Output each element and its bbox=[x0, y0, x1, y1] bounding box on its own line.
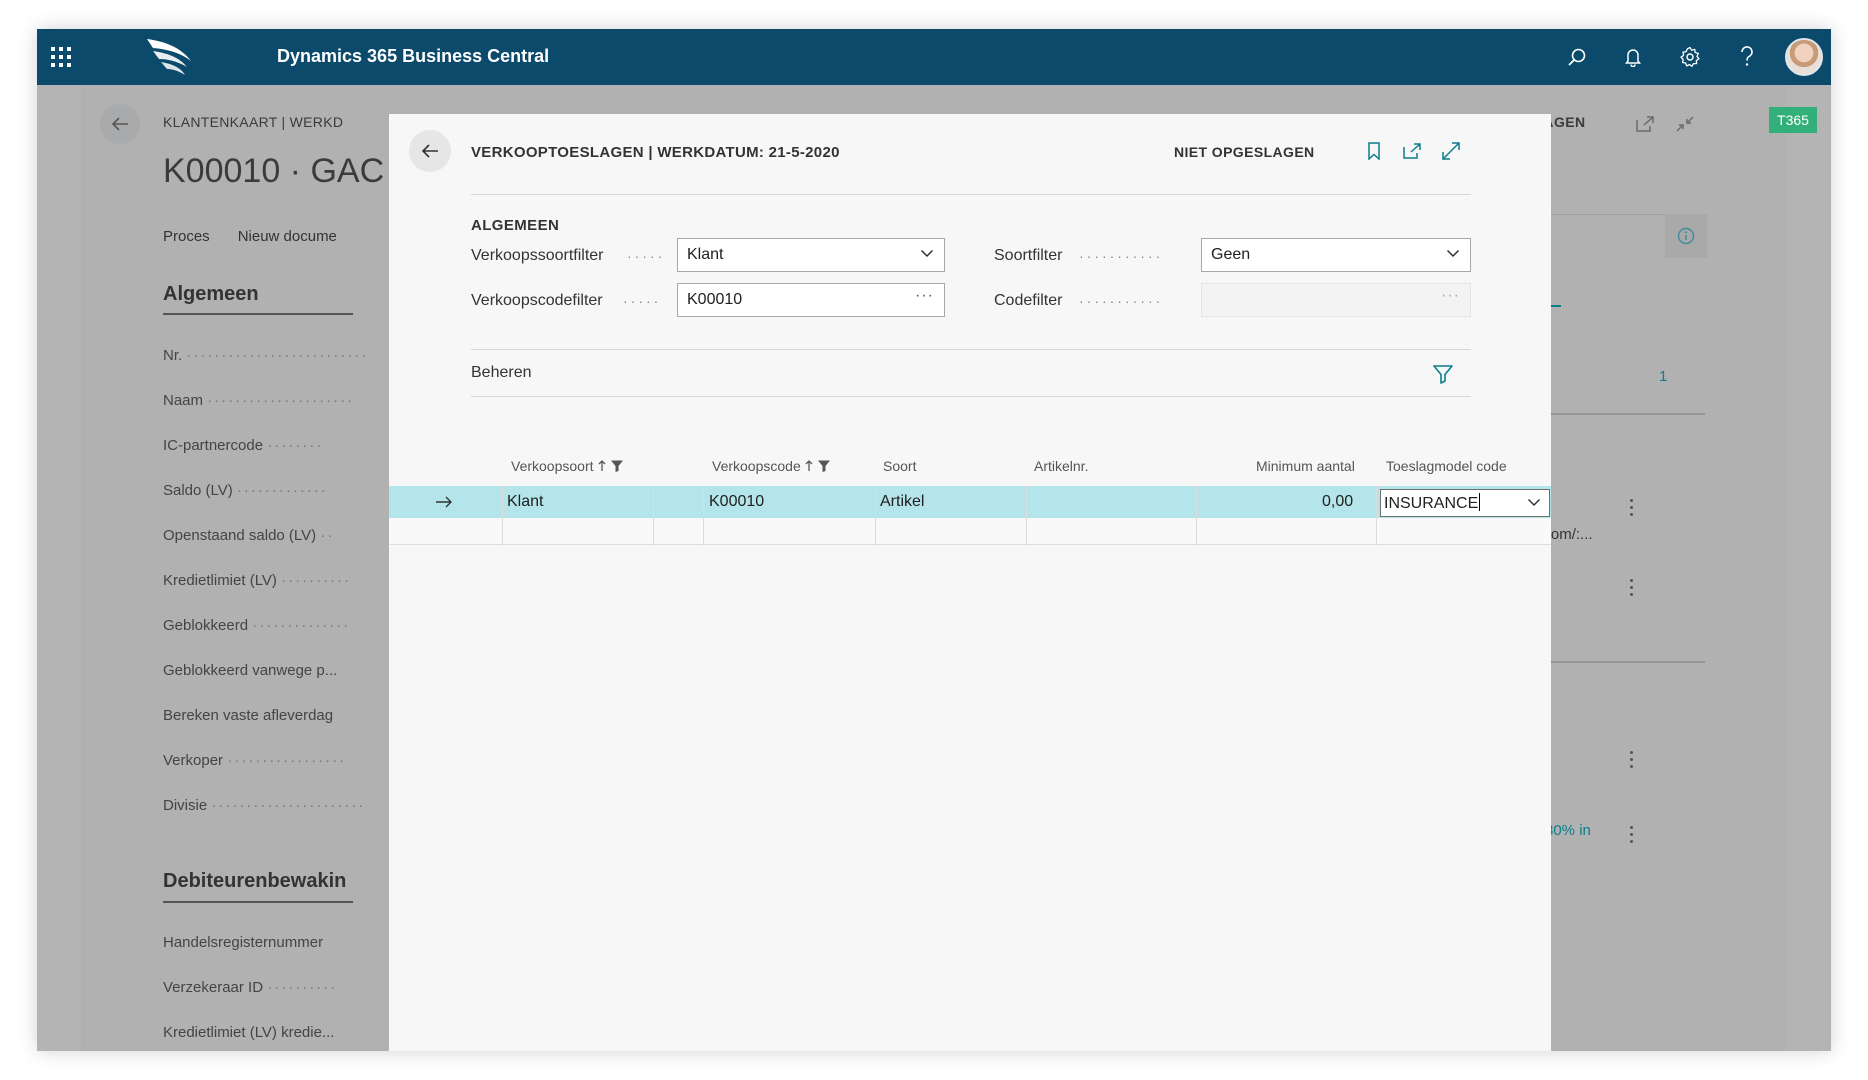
field-blocked: Geblokkeerd ·············· bbox=[163, 617, 351, 634]
column-header-surcharge-code[interactable]: Toeslagmodel code bbox=[1386, 458, 1507, 474]
section-general-label[interactable]: ALGEMEEN bbox=[471, 217, 559, 234]
background-section-credit[interactable]: Debiteurenbewakin bbox=[163, 870, 346, 893]
back-button[interactable] bbox=[409, 130, 451, 172]
field-dots: ··········· bbox=[1079, 293, 1164, 309]
cell-type[interactable]: Artikel bbox=[880, 493, 924, 511]
chevron-down-icon bbox=[1446, 249, 1460, 258]
lookup-ellipsis-icon[interactable]: ··· bbox=[915, 287, 934, 305]
app-window: Dynamics 365 Business Central KLANTENKAA… bbox=[37, 29, 1831, 1051]
open-new-window-icon[interactable] bbox=[1635, 115, 1655, 138]
background-back-button[interactable] bbox=[100, 104, 140, 144]
filter-applied-icon bbox=[817, 459, 831, 473]
bookmark-icon[interactable] bbox=[1361, 138, 1387, 164]
code-filter-input: ··· bbox=[1201, 283, 1471, 317]
field-credit-limit: Kredietlimiet (LV) ·········· bbox=[163, 572, 352, 589]
info-button[interactable] bbox=[1665, 214, 1707, 258]
sales-type-filter-select[interactable]: Klant bbox=[677, 238, 945, 272]
type-filter-label: Soortfilter bbox=[994, 247, 1063, 264]
filter-icon[interactable] bbox=[1431, 362, 1455, 386]
divider bbox=[471, 349, 1471, 350]
background-action-bar: Proces Nieuw docume bbox=[163, 228, 365, 245]
open-new-window-icon[interactable] bbox=[1399, 138, 1425, 164]
gear-icon[interactable] bbox=[1676, 43, 1704, 71]
sales-type-filter-label: Verkoopssoortfilter bbox=[471, 247, 604, 264]
sort-ascending-icon bbox=[805, 460, 813, 472]
dialog-title: VERKOOPTOESLAGEN | WERKDATUM: 21-5-2020 bbox=[471, 144, 840, 161]
sort-ascending-icon bbox=[598, 460, 606, 472]
column-header-sales-code[interactable]: Verkoopscode bbox=[712, 458, 831, 474]
more-options-icon[interactable] bbox=[1630, 751, 1634, 772]
action-new-document[interactable]: Nieuw docume bbox=[238, 228, 337, 245]
cell-sales-type[interactable]: Klant bbox=[507, 493, 543, 511]
field-balance: Saldo (LV) ············· bbox=[163, 482, 328, 499]
collapse-icon[interactable] bbox=[1675, 115, 1695, 138]
row-arrow-icon bbox=[436, 496, 452, 508]
manage-menu[interactable]: Beheren bbox=[471, 364, 532, 382]
right-count[interactable]: 1 bbox=[1659, 368, 1667, 385]
field-insurer-id: Verzekeraar ID ·········· bbox=[163, 979, 338, 996]
column-header-min-qty[interactable]: Minimum aantal bbox=[1256, 458, 1355, 474]
more-options-icon[interactable] bbox=[1630, 579, 1634, 600]
expand-icon[interactable] bbox=[1438, 138, 1464, 164]
more-options-icon[interactable] bbox=[1630, 499, 1634, 520]
divider bbox=[471, 396, 1471, 397]
code-filter-label: Codefilter bbox=[994, 292, 1063, 309]
column-separator bbox=[703, 486, 704, 545]
sales-code-filter-input[interactable]: K00010 ··· bbox=[677, 283, 945, 317]
column-separator bbox=[1196, 486, 1197, 545]
field-outstanding-balance: Openstaand saldo (LV) ·· bbox=[163, 527, 335, 544]
background-section-general[interactable]: Algemeen bbox=[163, 283, 259, 306]
column-separator bbox=[502, 486, 503, 545]
section-underline bbox=[163, 901, 353, 903]
action-proces[interactable]: Proces bbox=[163, 228, 210, 245]
app-title: Dynamics 365 Business Central bbox=[277, 46, 550, 66]
cell-min-qty[interactable]: 0,00 bbox=[1322, 493, 1353, 511]
chevron-down-icon bbox=[920, 249, 934, 258]
background-page-title: K00010 · GAC bbox=[163, 152, 385, 190]
field-dots: ····· bbox=[623, 293, 662, 309]
avatar[interactable] bbox=[1785, 38, 1823, 76]
filter-applied-icon bbox=[610, 459, 624, 473]
cell-sales-code[interactable]: K00010 bbox=[709, 493, 764, 511]
field-chamber-number: Handelsregisternummer bbox=[163, 934, 324, 951]
type-filter-select[interactable]: Geen bbox=[1201, 238, 1471, 272]
column-separator bbox=[875, 486, 876, 545]
field-credit-limit-insurer: Kredietlimiet (LV) kredie... bbox=[163, 1024, 335, 1041]
bell-icon[interactable] bbox=[1619, 43, 1647, 71]
column-header-type[interactable]: Soort bbox=[883, 458, 916, 474]
column-separator bbox=[653, 486, 654, 545]
save-status: NIET OPGESLAGEN bbox=[1174, 144, 1315, 160]
field-dots: ··········· bbox=[1079, 248, 1164, 264]
column-header-item-no[interactable]: Artikelnr. bbox=[1034, 458, 1088, 474]
search-icon[interactable] bbox=[1563, 43, 1591, 71]
waffle-icon[interactable] bbox=[51, 47, 71, 67]
chevron-down-icon[interactable] bbox=[1527, 497, 1541, 507]
field-fixed-delivery: Bereken vaste afleverdag bbox=[163, 707, 334, 724]
sales-code-filter-label: Verkoopscodefilter bbox=[471, 292, 603, 309]
column-separator bbox=[1026, 486, 1027, 545]
column-separator bbox=[1376, 486, 1377, 545]
field-no: Nr. ·························· bbox=[163, 347, 369, 364]
column-header-sales-type[interactable]: Verkoopsoort bbox=[511, 458, 624, 474]
top-bar: Dynamics 365 Business Central bbox=[37, 29, 1831, 85]
surcharges-dialog: VERKOOPTOESLAGEN | WERKDATUM: 21-5-2020 … bbox=[389, 114, 1551, 1051]
help-icon[interactable] bbox=[1733, 43, 1761, 71]
field-blocked-reason: Geblokkeerd vanwege p... bbox=[163, 662, 338, 679]
field-salesperson: Verkoper ················· bbox=[163, 752, 347, 769]
field-dots: ····· bbox=[627, 248, 666, 264]
t365-badge: T365 bbox=[1769, 107, 1817, 133]
surcharge-code-editor[interactable]: INSURANCE bbox=[1380, 489, 1550, 517]
lookup-ellipsis-icon: ··· bbox=[1441, 287, 1460, 304]
field-ic-partner: IC-partnercode ········ bbox=[163, 437, 324, 454]
dynamics-logo-icon bbox=[147, 39, 191, 75]
background-breadcrumb: KLANTENKAART | WERKD bbox=[163, 114, 344, 130]
field-division: Divisie ······················ bbox=[163, 797, 366, 814]
more-options-icon[interactable] bbox=[1630, 826, 1634, 847]
header-divider bbox=[471, 194, 1471, 195]
field-name: Naam ····················· bbox=[163, 392, 355, 409]
section-underline bbox=[163, 313, 353, 315]
